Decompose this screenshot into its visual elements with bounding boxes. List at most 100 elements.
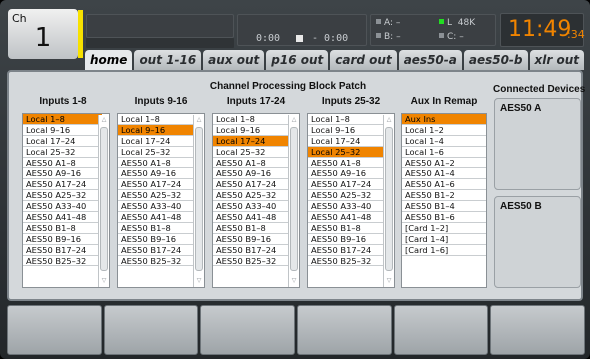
list-item[interactable]: AES50 B17–24: [213, 245, 292, 256]
source-list-aux-remap[interactable]: Aux Ins Local 1–2 Local 1–4 Local 1–6 AES50 …: [401, 113, 487, 288]
list-item[interactable]: AES50 A1–8: [213, 158, 292, 169]
list-item[interactable]: AES50 A17–24: [308, 179, 387, 191]
scroll-up-icon[interactable]: △: [290, 115, 298, 125]
list-item[interactable]: AES50 A1–6: [402, 179, 486, 191]
scroll-thumb[interactable]: [290, 127, 298, 271]
tab-card-out[interactable]: card out: [330, 50, 397, 70]
list-item[interactable]: AES50 A33–40: [308, 201, 387, 213]
list-item[interactable]: AES50 A41–48: [23, 212, 102, 223]
list-item[interactable]: Local 9–16: [308, 125, 387, 136]
list-item[interactable]: [Card 1–6]: [402, 245, 486, 256]
channel-indicator[interactable]: Ch 1: [8, 9, 78, 59]
tab-aux-out[interactable]: aux out: [203, 50, 265, 70]
list-item[interactable]: Local 25–32: [118, 147, 197, 158]
list-item[interactable]: AES50 A1–4: [402, 168, 486, 180]
list-item[interactable]: AES50 A17–24: [118, 179, 197, 191]
list-item[interactable]: AES50 B1–6: [402, 212, 486, 223]
scroll-down-icon[interactable]: ▽: [100, 276, 108, 286]
list-item[interactable]: AES50 B25–32: [213, 256, 292, 267]
soft-key-2[interactable]: [103, 305, 199, 355]
device-box-aes50-a[interactable]: AES50 A: [494, 98, 581, 190]
source-list-inputs-17-24[interactable]: Local 1–8 Local 9–16 Local 17–24 Local 25–3…: [212, 113, 300, 288]
list-item[interactable]: AES50 A41–48: [213, 212, 292, 223]
soft-key-3[interactable]: [200, 305, 296, 355]
list-item[interactable]: AES50 B17–24: [23, 245, 102, 256]
soft-key-6[interactable]: [490, 305, 586, 355]
tab-p16-out[interactable]: p16 out: [266, 50, 329, 70]
list-item[interactable]: Local 9–16: [118, 124, 197, 136]
source-list-inputs-25-32[interactable]: Local 1–8 Local 9–16 Local 17–24 Local 25–3…: [307, 113, 395, 288]
list-item[interactable]: Local 1–8: [118, 114, 197, 125]
list-item[interactable]: Local 17–24: [118, 136, 197, 147]
list-item[interactable]: Local 25–32: [308, 146, 387, 158]
scrollbar[interactable]: △ ▽: [193, 115, 203, 287]
scroll-down-icon[interactable]: ▽: [290, 276, 298, 286]
list-item[interactable]: AES50 A25–32: [308, 190, 387, 202]
scroll-up-icon[interactable]: △: [100, 115, 108, 125]
list-item[interactable]: AES50 A33–40: [23, 201, 102, 213]
list-item[interactable]: AES50 A9–16: [118, 168, 197, 180]
scrollbar[interactable]: △ ▽: [98, 115, 108, 287]
soft-key-5[interactable]: [393, 305, 489, 355]
list-item[interactable]: AES50 A41–48: [308, 212, 387, 223]
scroll-up-icon[interactable]: △: [195, 115, 203, 125]
list-item[interactable]: AES50 B1–2: [402, 190, 486, 202]
list-item[interactable]: Local 25–32: [213, 147, 292, 158]
soft-key-1[interactable]: [7, 305, 102, 355]
list-item[interactable]: AES50 B1–8: [213, 223, 292, 234]
list-item[interactable]: Local 1–2: [402, 125, 486, 136]
list-item[interactable]: AES50 A9–16: [308, 168, 387, 180]
soft-key-4[interactable]: [297, 305, 392, 355]
list-item[interactable]: Local 17–24: [213, 135, 292, 147]
list-item[interactable]: Local 1–4: [402, 136, 486, 147]
scrollbar[interactable]: △ ▽: [288, 115, 298, 287]
list-item[interactable]: AES50 B9–16: [23, 234, 102, 245]
list-item[interactable]: Local 17–24: [308, 136, 387, 147]
list-item[interactable]: AES50 B1–8: [118, 223, 197, 234]
list-item[interactable]: Aux Ins: [402, 114, 486, 125]
tab-out-1-16[interactable]: out 1-16: [134, 50, 202, 70]
list-item[interactable]: AES50 A17–24: [23, 179, 102, 191]
list-item[interactable]: AES50 B1–8: [23, 223, 102, 234]
scroll-down-icon[interactable]: ▽: [195, 276, 203, 286]
list-item[interactable]: AES50 A17–24: [213, 179, 292, 191]
list-item[interactable]: Local 9–16: [23, 125, 102, 136]
device-box-aes50-b[interactable]: AES50 B: [494, 196, 581, 288]
source-list-inputs-1-8[interactable]: Local 1–8 Local 9–16 Local 17–24 Local 25–3…: [22, 113, 110, 288]
scrollbar[interactable]: △ ▽: [383, 115, 393, 287]
list-item[interactable]: AES50 A33–40: [118, 201, 197, 213]
list-item[interactable]: AES50 B25–32: [23, 256, 102, 267]
scroll-thumb[interactable]: [195, 127, 203, 271]
list-item[interactable]: AES50 A33–40: [213, 201, 292, 213]
list-item[interactable]: AES50 B17–24: [118, 245, 197, 256]
list-item[interactable]: Local 1–8: [23, 114, 102, 125]
list-item[interactable]: AES50 B9–16: [118, 234, 197, 245]
scroll-thumb[interactable]: [385, 127, 393, 271]
list-item[interactable]: AES50 A25–32: [118, 190, 197, 202]
list-item[interactable]: AES50 A9–16: [213, 168, 292, 180]
tab-aes50-a[interactable]: aes50-a: [398, 50, 462, 70]
list-item[interactable]: Local 1–8: [308, 114, 387, 125]
list-item[interactable]: Local 17–24: [23, 136, 102, 147]
list-item[interactable]: Local 1–8: [213, 114, 292, 125]
list-item[interactable]: AES50 A1–8: [23, 158, 102, 169]
list-item[interactable]: AES50 A1–8: [118, 158, 197, 169]
list-item[interactable]: [Card 1–4]: [402, 234, 486, 245]
list-item[interactable]: AES50 A1–8: [308, 158, 387, 169]
scroll-up-icon[interactable]: △: [385, 115, 393, 125]
scroll-down-icon[interactable]: ▽: [385, 276, 393, 286]
list-item[interactable]: AES50 B25–32: [308, 256, 387, 267]
list-item[interactable]: Local 9–16: [213, 125, 292, 136]
list-item[interactable]: AES50 A1–2: [402, 158, 486, 169]
list-item[interactable]: AES50 A41–48: [118, 212, 197, 223]
list-item[interactable]: [Card 1–2]: [402, 223, 486, 234]
tab-aes50-b[interactable]: aes50-b: [463, 50, 528, 70]
list-item[interactable]: AES50 B25–32: [118, 256, 197, 267]
list-item[interactable]: Local 1–6: [402, 147, 486, 158]
list-item[interactable]: AES50 B1–4: [402, 201, 486, 213]
list-item[interactable]: AES50 B9–16: [308, 234, 387, 245]
list-item[interactable]: AES50 A9–16: [23, 168, 102, 180]
scroll-thumb[interactable]: [100, 127, 108, 271]
list-item[interactable]: AES50 B17–24: [308, 245, 387, 256]
list-item[interactable]: AES50 A25–32: [23, 190, 102, 202]
